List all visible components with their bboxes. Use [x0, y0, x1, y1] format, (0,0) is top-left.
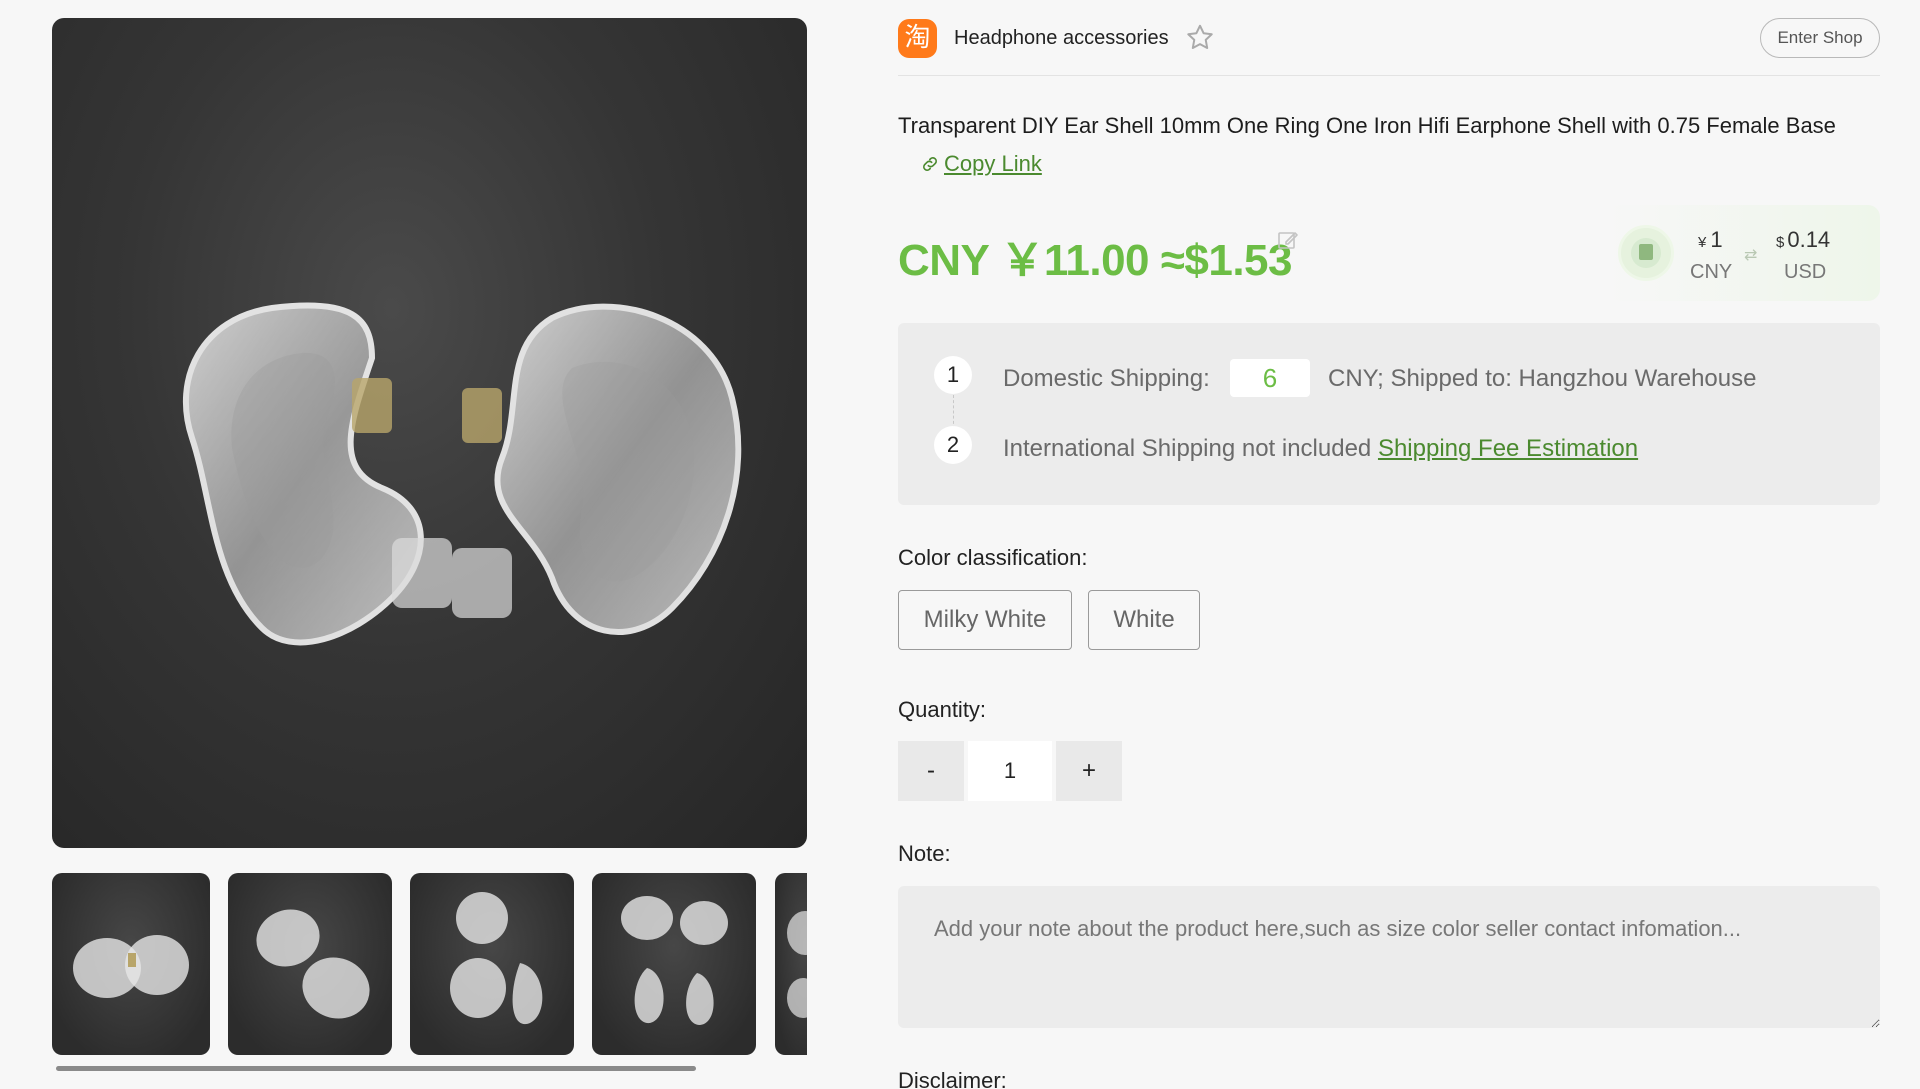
note-textarea[interactable]: [898, 886, 1880, 1028]
earphone-shells-angled-icon: [256, 909, 370, 1019]
note-label: Note:: [898, 841, 951, 866]
quantity-increase-button[interactable]: +: [1056, 741, 1122, 801]
copy-link-label[interactable]: Copy Link: [944, 151, 1042, 177]
scrollbar-thumb[interactable]: [56, 1066, 696, 1071]
quantity-input[interactable]: [968, 741, 1052, 801]
shop-logo-icon: 淘: [898, 19, 937, 58]
main-product-image[interactable]: [52, 18, 807, 848]
exchange-rate-card: ¥1 CNY ⇄ $0.14 USD: [1608, 205, 1880, 301]
product-price: CNY ￥11.00 ≈$1.53: [898, 236, 1293, 285]
thumbnail-2[interactable]: [228, 873, 392, 1055]
currency-coin-icon: [1618, 225, 1674, 281]
earphone-shells-illustration: [182, 302, 742, 646]
enter-shop-button[interactable]: Enter Shop: [1760, 18, 1880, 58]
rate-cny-label: CNY: [1690, 261, 1733, 283]
domestic-shipping-label: Domestic Shipping:: [1003, 365, 1210, 392]
domestic-shipping-fee-input[interactable]: [1230, 359, 1310, 397]
thumbnail-5[interactable]: [775, 873, 807, 1055]
earphone-shells-pair-icon: [73, 935, 189, 998]
step-connector: [953, 395, 954, 429]
shipping-info-box: 1 Domestic Shipping: CNY; Shipped to: Ha…: [898, 323, 1880, 505]
shop-name[interactable]: Headphone accessories: [954, 27, 1169, 50]
link-icon: [923, 157, 937, 171]
international-shipping-label: International Shipping not included: [1003, 435, 1372, 462]
color-option-white[interactable]: White: [1088, 590, 1200, 650]
rate-usd-value: $0.14: [1776, 227, 1831, 252]
copy-link[interactable]: Copy Link: [920, 151, 1042, 177]
color-classification-label: Color classification:: [898, 545, 1088, 570]
earphone-shells-partial-icon: [787, 911, 807, 1018]
thumbnail-scrollbar[interactable]: [52, 1066, 807, 1072]
thumbnail-strip[interactable]: [52, 873, 807, 1055]
disclaimer-label: Disclaimer:: [898, 1068, 1007, 1089]
product-title: Transparent DIY Ear Shell 10mm One Ring …: [898, 113, 1836, 138]
edit-icon[interactable]: [1276, 228, 1300, 252]
color-option-milky-white[interactable]: Milky White: [898, 590, 1072, 650]
quantity-decrease-button[interactable]: -: [898, 741, 964, 801]
international-shipping-text: International Shipping not included Ship…: [1003, 435, 1638, 463]
star-icon[interactable]: [1184, 22, 1216, 54]
rate-usd-label: USD: [1784, 261, 1827, 283]
shipped-to-text: CNY; Shipped to: Hangzhou Warehouse: [1328, 365, 1757, 392]
thumbnail-1[interactable]: [52, 873, 210, 1055]
step-1-number: 1: [934, 356, 972, 394]
swap-arrows-icon: ⇄: [1744, 247, 1758, 264]
rate-cny-value: ¥1: [1698, 227, 1723, 252]
quantity-label: Quantity:: [898, 697, 987, 722]
thumbnail-3[interactable]: [410, 873, 574, 1055]
earphone-shells-four-icon: [621, 896, 728, 1025]
shipping-fee-estimation-link[interactable]: Shipping Fee Estimation: [1378, 435, 1638, 462]
earphone-shells-stacked-icon: [450, 892, 543, 1025]
shop-header: 淘 Headphone accessories Enter Shop: [898, 16, 1880, 76]
step-2-number: 2: [934, 426, 972, 464]
thumbnail-4[interactable]: [592, 873, 756, 1055]
